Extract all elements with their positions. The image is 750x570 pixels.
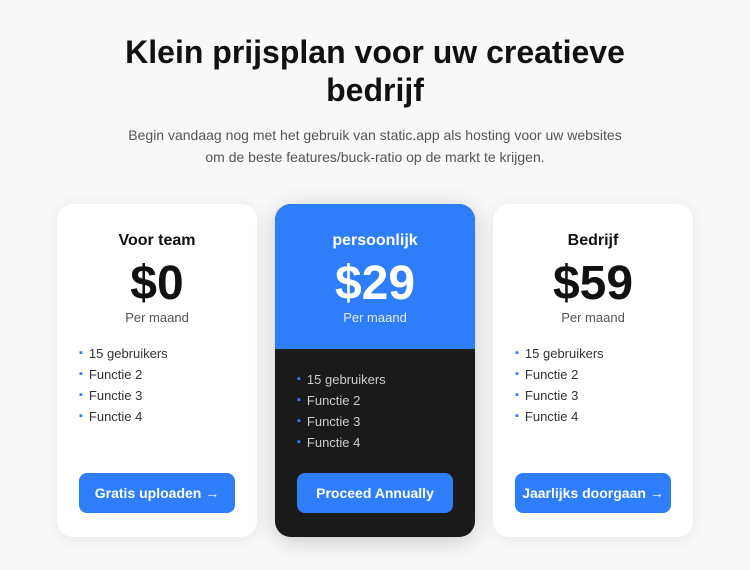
feature-item: Functie 4 <box>515 406 671 427</box>
pricing-card-team: Voor team $0 Per maand 15 gebruikers Fun… <box>57 204 257 537</box>
plan-period-business: Per maand <box>561 310 625 325</box>
plan-title-personal: persoonlijk <box>332 232 417 250</box>
plan-period-personal: Per maand <box>343 310 407 325</box>
feature-item: Functie 3 <box>79 385 235 406</box>
feature-item: Functie 2 <box>79 364 235 385</box>
featured-top: persoonlijk $29 Per maand <box>275 204 475 349</box>
feature-item: Functie 4 <box>297 432 453 453</box>
features-list-personal: 15 gebruikers Functie 2 Functie 3 Functi… <box>297 369 453 453</box>
featured-bottom: 15 gebruikers Functie 2 Functie 3 Functi… <box>275 349 475 537</box>
pricing-card-business: Bedrijf $59 Per maand 15 gebruikers Func… <box>493 204 693 537</box>
feature-item: Functie 3 <box>297 411 453 432</box>
page-title: Klein prijsplan voor uw creatieve bedrij… <box>125 33 625 110</box>
pricing-grid: Voor team $0 Per maand 15 gebruikers Fun… <box>57 204 693 537</box>
page-subtitle: Begin vandaag nog met het gebruik van st… <box>125 124 625 169</box>
feature-item: 15 gebruikers <box>79 343 235 364</box>
business-cta-button[interactable]: Jaarlijks doorgaan → <box>515 473 671 513</box>
feature-item: Functie 3 <box>515 385 671 406</box>
feature-item: Functie 2 <box>515 364 671 385</box>
pricing-card-personal: persoonlijk $29 Per maand 15 gebruikers … <box>275 204 475 537</box>
plan-price-personal: $29 <box>335 260 415 308</box>
feature-item: 15 gebruikers <box>297 369 453 390</box>
features-list-team: 15 gebruikers Functie 2 Functie 3 Functi… <box>79 343 235 427</box>
team-cta-button[interactable]: Gratis uploaden → <box>79 473 235 513</box>
plan-period-team: Per maand <box>125 310 189 325</box>
feature-item: 15 gebruikers <box>515 343 671 364</box>
personal-cta-button[interactable]: Proceed Annually <box>297 473 453 513</box>
plan-title-business: Bedrijf <box>568 232 619 250</box>
plan-price-team: $0 <box>130 260 183 308</box>
feature-item: Functie 2 <box>297 390 453 411</box>
plan-title-team: Voor team <box>118 232 195 250</box>
features-list-business: 15 gebruikers Functie 2 Functie 3 Functi… <box>515 343 671 427</box>
plan-price-business: $59 <box>553 260 633 308</box>
page-header: Klein prijsplan voor uw creatieve bedrij… <box>125 33 625 169</box>
feature-item: Functie 4 <box>79 406 235 427</box>
